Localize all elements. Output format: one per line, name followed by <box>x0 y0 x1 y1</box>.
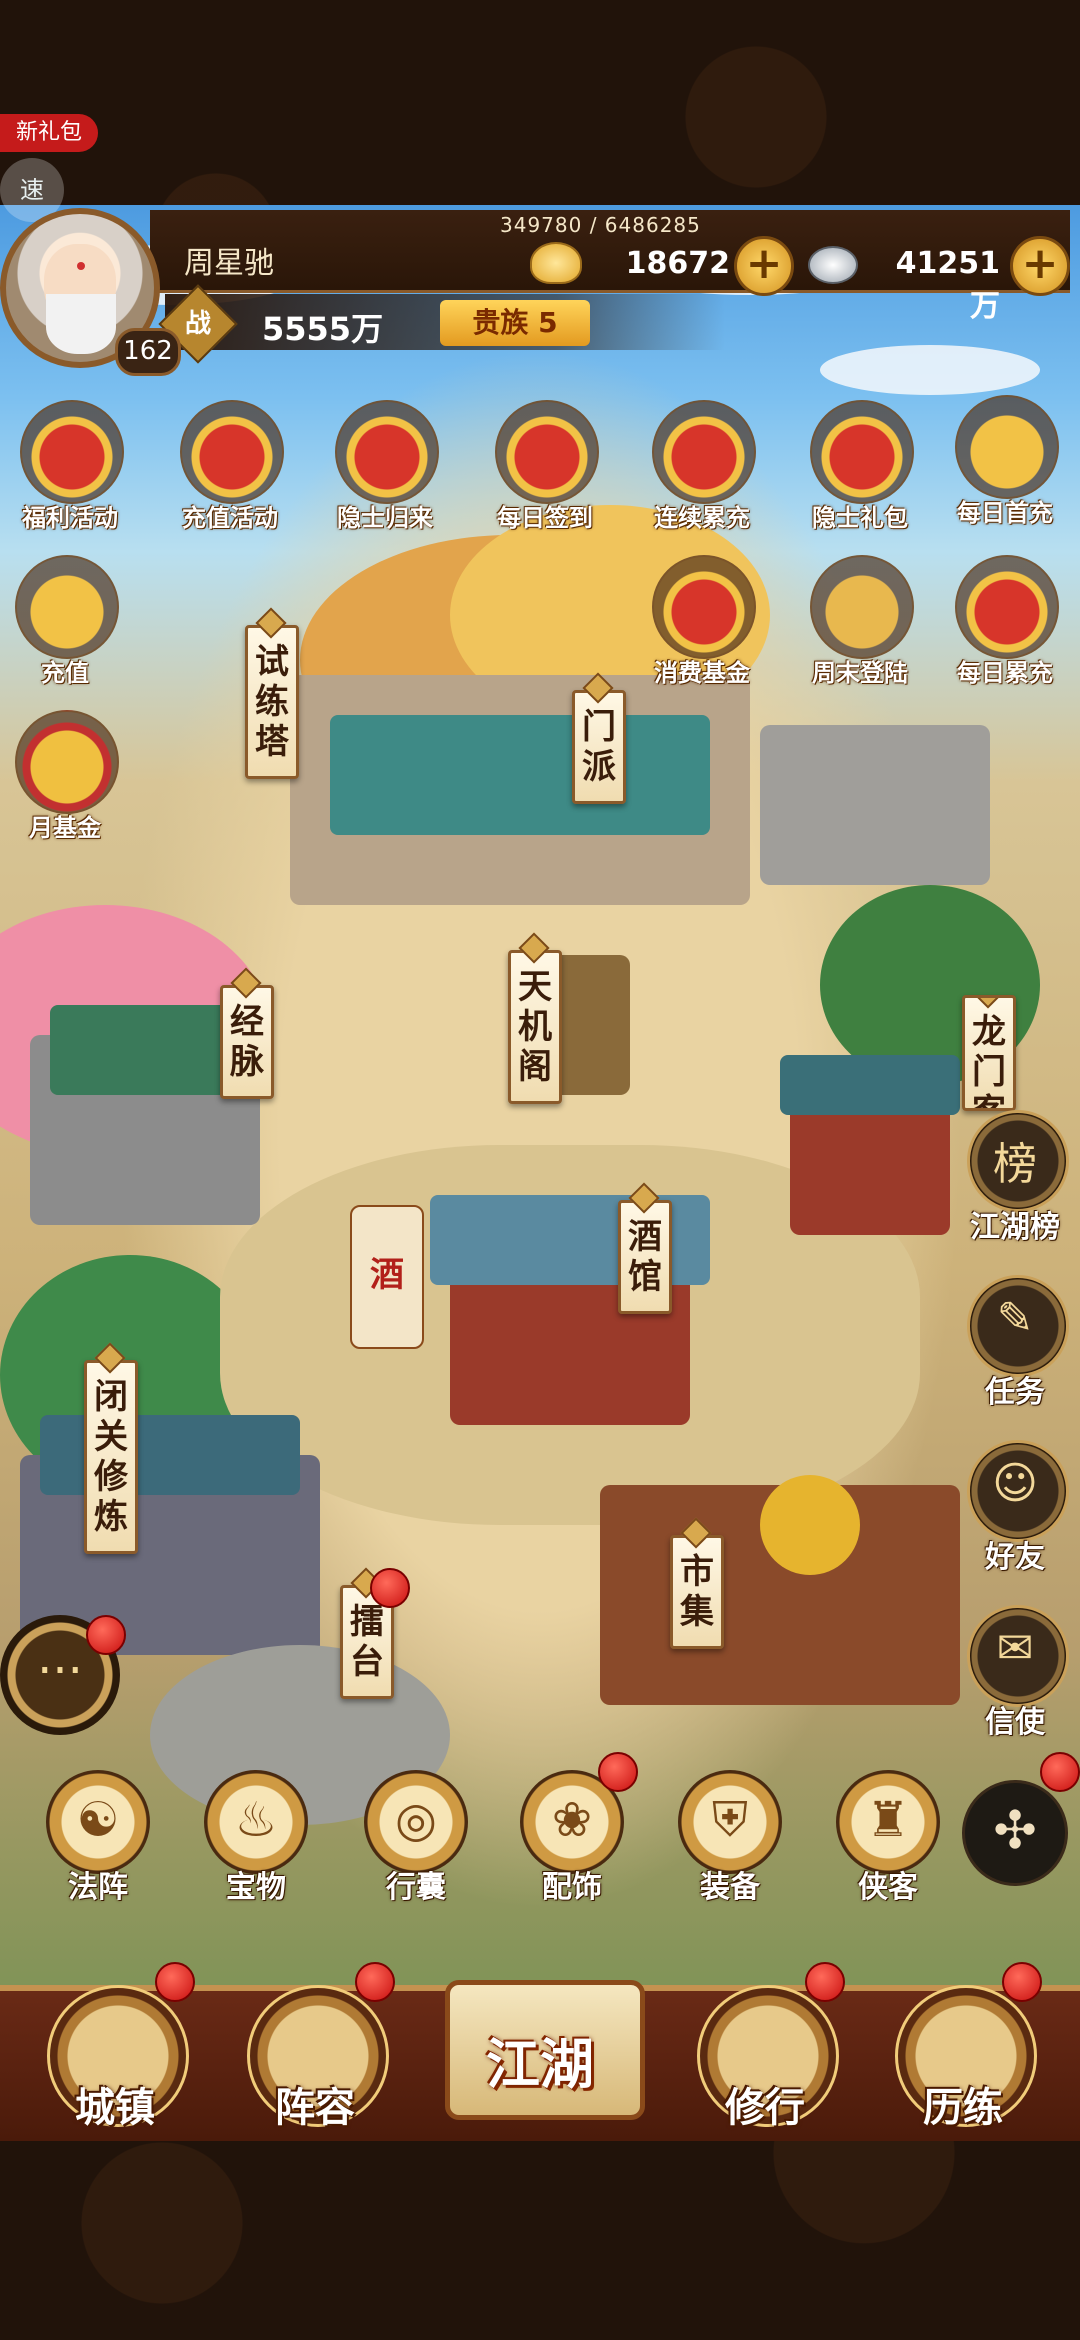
gold-amount: 18672 <box>625 246 730 281</box>
meridian-roof <box>50 1005 240 1095</box>
activity-hermit-pack[interactable]: 隐士礼包 <box>800 400 920 550</box>
activity-daily-first-recharge[interactable]: 每日首充 <box>945 395 1065 545</box>
more-menu-button[interactable]: ✣ <box>962 1780 1068 1886</box>
add-gold-button[interactable]: + <box>734 236 794 296</box>
map-label-trial-tower[interactable]: 试练塔 <box>245 625 299 779</box>
nav-jianghu[interactable]: 江湖 <box>445 1950 645 2130</box>
fortune-bag-icon <box>810 400 914 504</box>
activity-daily-checkin[interactable]: 每日签到 <box>485 400 605 550</box>
map-label-meridian[interactable]: 经脉 <box>220 985 274 1099</box>
activity-monthly-fund[interactable]: 月基金 <box>5 710 125 860</box>
tavern-flag-text: 酒 <box>370 1255 404 1295</box>
training-alert-dot <box>1002 1962 1042 2002</box>
battle-power: 5555万 <box>262 310 384 348</box>
activity-spend-fund[interactable]: 消费基金 <box>642 555 762 705</box>
gift-bag-icon <box>652 555 756 659</box>
scroll-icon <box>15 710 119 814</box>
quest-button[interactable]: ✎ 任务 <box>955 1275 1075 1425</box>
nav-practice[interactable]: 修行 <box>690 1985 840 2145</box>
map-label-market[interactable]: 市集 <box>670 1535 724 1649</box>
practice-alert-dot <box>805 1962 845 2002</box>
silver-ingot-icon <box>808 246 858 284</box>
activity-recharge-event[interactable]: 充值活动 <box>170 400 290 550</box>
red-bag-icon <box>652 400 756 504</box>
activity-weekend-login[interactable]: 周末登陆 <box>800 555 920 705</box>
map-label-tianji[interactable]: 天机阁 <box>508 950 562 1104</box>
friends-button[interactable]: ☺ 好友 <box>955 1440 1075 1590</box>
activity-recharge[interactable]: 充值 <box>5 555 125 705</box>
activity-hermit-return[interactable]: 隐士归来 <box>325 400 445 550</box>
func-bag[interactable]: ◎ 行囊 <box>356 1770 476 1910</box>
fan-icon <box>495 400 599 504</box>
vip-badge[interactable]: 贵族 5 <box>440 300 590 346</box>
func-treasure[interactable]: ♨ 宝物 <box>196 1770 316 1910</box>
more-alert-dot <box>1040 1752 1080 1792</box>
leaderboard-button[interactable]: 榜江湖榜 <box>955 1110 1075 1260</box>
sect-roof <box>330 715 710 835</box>
arena-alert-dot <box>370 1568 410 1608</box>
player-name: 周星驰 <box>184 246 274 281</box>
func-equipment[interactable]: ⛨ 装备 <box>670 1770 790 1910</box>
cloud <box>820 345 1040 395</box>
activity-daily-accumulate[interactable]: 每日累充 <box>945 555 1065 705</box>
xp-text: 349780 / 6486285 <box>500 213 701 237</box>
new-gift-pack-button[interactable]: 新礼包 <box>0 114 98 152</box>
gold-ingot-icon <box>15 555 119 659</box>
accessory-alert-dot <box>598 1752 638 1792</box>
town-alert-dot <box>155 1962 195 2002</box>
market-coin <box>760 1475 860 1575</box>
horn-icon <box>810 555 914 659</box>
avatar-beard <box>46 294 116 354</box>
avatar-mark <box>77 262 85 270</box>
func-formation[interactable]: ☯ 法阵 <box>38 1770 158 1910</box>
map-label-retreat[interactable]: 闭关修炼 <box>84 1360 138 1554</box>
longmen-roof <box>780 1055 960 1115</box>
gift-bag-icon <box>20 400 124 504</box>
nav-town[interactable]: 城镇 <box>40 1985 190 2145</box>
func-heroes[interactable]: ♜ 侠客 <box>828 1770 948 1910</box>
ruins <box>760 725 990 885</box>
map-label-sect[interactable]: 门派 <box>572 690 626 804</box>
chat-alert-dot <box>86 1615 126 1655</box>
add-silver-button[interactable]: + <box>1010 236 1070 296</box>
lineup-alert-dot <box>355 1962 395 2002</box>
activity-welfare[interactable]: 福利活动 <box>10 400 130 550</box>
nav-training[interactable]: 历练 <box>888 1985 1038 2145</box>
activity-consecutive-recharge[interactable]: 连续累充 <box>642 400 762 550</box>
fan-icon <box>180 400 284 504</box>
player-level: 162 <box>115 328 181 376</box>
map-label-longmen[interactable]: 龙门客 <box>962 995 1016 1111</box>
map-label-tavern[interactable]: 酒馆 <box>618 1200 672 1314</box>
fortune-bag-icon <box>335 400 439 504</box>
gold-ingot-icon <box>530 242 582 284</box>
tavern-flag: 酒 <box>350 1205 424 1349</box>
messenger-button[interactable]: ✉ 信使 <box>955 1605 1075 1755</box>
red-bag-icon <box>955 555 1059 659</box>
silver-amount: 41251万 <box>895 246 1000 324</box>
forge-roof <box>40 1415 300 1495</box>
gold-ingot-icon <box>955 395 1059 499</box>
nav-lineup[interactable]: 阵容 <box>240 1985 390 2145</box>
